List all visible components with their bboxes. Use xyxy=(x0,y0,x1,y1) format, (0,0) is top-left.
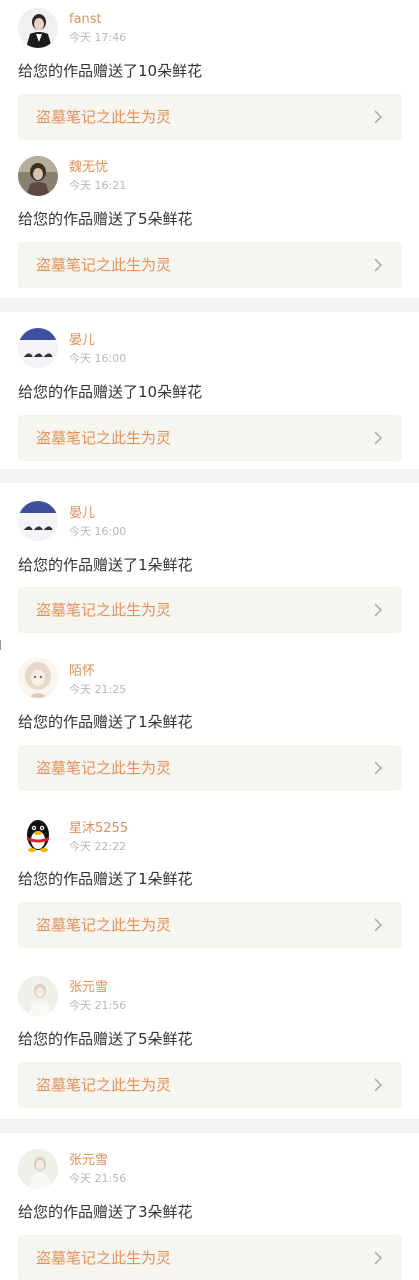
work-title: 盗墓笔记之此生为灵 xyxy=(36,1076,172,1094)
gift-time: 今天 16:00 xyxy=(69,352,127,365)
work-title: 盗墓笔记之此生为灵 xyxy=(36,429,172,447)
work-link-button[interactable]: 盗墓笔记之此生为灵 xyxy=(18,745,402,791)
svg-text:☁☁☁: ☁☁☁ xyxy=(23,522,53,533)
gift-item: 陌怀 今天 21:25 给您的作品赠送了1朵鲜花 盗墓笔记之此生为灵 xyxy=(0,650,419,807)
chevron-right-icon xyxy=(374,603,383,617)
section-divider xyxy=(0,469,419,483)
work-link-button[interactable]: 盗墓笔记之此生为灵 xyxy=(18,415,402,461)
chevron-right-icon xyxy=(374,761,383,775)
chevron-right-icon xyxy=(374,431,383,445)
username[interactable]: 星沐5255 xyxy=(69,821,128,837)
gift-item: fanst 今天 17:46 给您的作品赠送了10朵鲜花 盗墓笔记之此生为灵 xyxy=(0,0,419,148)
work-link-button[interactable]: 盗墓笔记之此生为灵 xyxy=(18,587,402,633)
person-avatar-icon[interactable] xyxy=(18,976,58,1016)
gift-item: 张元雪 今天 21:56 给您的作品赠送了5朵鲜花 盗墓笔记之此生为灵 xyxy=(0,964,419,1119)
work-link-button[interactable]: 盗墓笔记之此生为灵 xyxy=(18,1062,402,1108)
chevron-right-icon xyxy=(374,110,383,124)
text-avatar-icon[interactable]: ☁☁☁ xyxy=(18,328,58,368)
work-link-button[interactable]: 盗墓笔记之此生为灵 xyxy=(18,242,402,288)
person-avatar-icon[interactable] xyxy=(18,8,58,48)
gift-message: 给您的作品赠送了1朵鲜花 xyxy=(18,870,193,888)
gift-time: 今天 21:56 xyxy=(69,999,127,1012)
section-divider xyxy=(0,1119,419,1133)
penguin-avatar-icon[interactable] xyxy=(18,815,58,855)
gift-item: ☁☁☁ 晏儿 今天 16:00 给您的作品赠送了10朵鲜花 盗墓笔记之此生为灵 xyxy=(0,312,419,469)
work-title: 盗墓笔记之此生为灵 xyxy=(36,916,172,934)
gift-message: 给您的作品赠送了3朵鲜花 xyxy=(18,1203,193,1221)
work-title: 盗墓笔记之此生为灵 xyxy=(36,759,172,777)
work-title: 盗墓笔记之此生为灵 xyxy=(36,601,172,619)
gift-time: 今天 17:46 xyxy=(69,31,127,44)
work-link-button[interactable]: 盗墓笔记之此生为灵 xyxy=(18,1235,402,1280)
gift-time: 今天 21:25 xyxy=(69,683,127,696)
gift-time: 今天 16:00 xyxy=(69,525,127,538)
gift-message: 给您的作品赠送了10朵鲜花 xyxy=(18,383,203,401)
chevron-right-icon xyxy=(374,1078,383,1092)
work-link-button[interactable]: 盗墓笔记之此生为灵 xyxy=(18,902,402,948)
gift-time: 今天 21:56 xyxy=(69,1172,127,1185)
person-avatar-icon[interactable] xyxy=(18,156,58,196)
work-title: 盗墓笔记之此生为灵 xyxy=(36,1249,172,1267)
text-avatar-icon[interactable]: ☁☁☁ xyxy=(18,501,58,541)
work-title: 盗墓笔记之此生为灵 xyxy=(36,256,172,274)
gift-message: 给您的作品赠送了1朵鲜花 xyxy=(18,713,193,731)
gift-message: 给您的作品赠送了5朵鲜花 xyxy=(18,210,193,228)
gift-item: ☁☁☁ 晏儿 今天 16:00 给您的作品赠送了1朵鲜花 盗墓笔记之此生为灵 xyxy=(0,483,419,640)
gift-message: 给您的作品赠送了5朵鲜花 xyxy=(18,1030,193,1048)
svg-text:☁☁☁: ☁☁☁ xyxy=(23,349,53,360)
person-avatar-icon[interactable] xyxy=(18,1149,58,1189)
chevron-right-icon xyxy=(374,1251,383,1265)
anime-girl-avatar-icon[interactable] xyxy=(18,658,58,698)
username[interactable]: 晏儿 xyxy=(69,333,95,349)
username[interactable]: fanst xyxy=(69,12,102,28)
username[interactable]: 魏无忧 xyxy=(69,160,108,176)
gift-item: 魏无忧 今天 16:21 给您的作品赠送了5朵鲜花 盗墓笔记之此生为灵 xyxy=(0,148,419,298)
work-link-button[interactable]: 盗墓笔记之此生为灵 xyxy=(18,94,402,140)
work-title: 盗墓笔记之此生为灵 xyxy=(36,108,172,126)
gift-item: 张元雪 今天 21:56 给您的作品赠送了3朵鲜花 盗墓笔记之此生为灵 xyxy=(0,1133,419,1280)
chevron-right-icon xyxy=(374,918,383,932)
gift-time: 今天 16:21 xyxy=(69,179,127,192)
gift-message: 给您的作品赠送了1朵鲜花 xyxy=(18,556,193,574)
gift-item: 星沐5255 今天 22:22 给您的作品赠送了1朵鲜花 盗墓笔记之此生为灵 xyxy=(0,807,419,964)
username[interactable]: 晏儿 xyxy=(69,506,95,522)
chevron-right-icon xyxy=(374,258,383,272)
username[interactable]: 张元雪 xyxy=(69,1153,108,1169)
gift-time: 今天 22:22 xyxy=(69,840,127,853)
username[interactable]: 陌怀 xyxy=(69,664,95,680)
flower-gift-list: fanst 今天 17:46 给您的作品赠送了10朵鲜花 盗墓笔记之此生为灵 魏… xyxy=(0,0,419,1280)
section-divider xyxy=(0,298,419,312)
username[interactable]: 张元雪 xyxy=(69,980,108,996)
gift-message: 给您的作品赠送了10朵鲜花 xyxy=(18,62,203,80)
